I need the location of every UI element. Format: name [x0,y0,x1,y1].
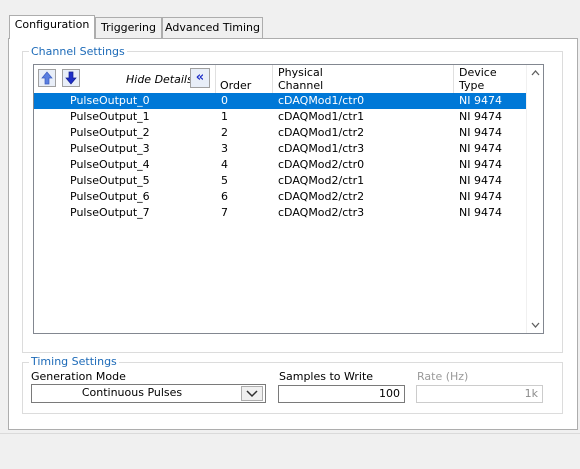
physical-channel-column-header: Physical Channel [273,65,454,93]
order-cell: 5 [221,174,228,187]
tab-triggering[interactable]: Triggering [95,17,162,38]
grid-header: Hide Details « Order Physical Channel De… [34,65,527,93]
channel-name-cell: PulseOutput_7 [70,206,150,219]
device-type-column-header: Device Type [454,65,527,93]
channel-grid[interactable]: Hide Details « Order Physical Channel De… [33,64,544,334]
tab-configuration-label: Configuration [14,18,90,31]
physical-channel-header-line1: Physical [278,66,323,79]
arrow-up-icon [41,71,53,85]
channel-name-cell: PulseOutput_1 [70,110,150,123]
physical-channel-cell: cDAQMod1/ctr2 [278,126,365,139]
table-row[interactable]: PulseOutput_5 5 cDAQMod2/ctr1 NI 9474 [34,173,527,189]
physical-channel-cell: cDAQMod2/ctr3 [278,206,365,219]
device-type-cell: NI 9474 [459,206,502,219]
generation-mode-select[interactable]: Continuous Pulses [31,384,266,403]
double-chevron-left-icon[interactable]: « [190,68,210,88]
footer-separator [0,433,580,434]
table-row[interactable]: PulseOutput_7 7 cDAQMod2/ctr3 NI 9474 [34,205,527,221]
name-column-header: Hide Details « [34,65,216,93]
physical-channel-cell: cDAQMod2/ctr0 [278,158,365,171]
physical-channel-header-line2: Channel [278,79,324,92]
device-type-header-line1: Device [459,66,497,79]
device-type-header-line2: Type [459,79,485,92]
device-type-cell: NI 9474 [459,142,502,155]
device-type-cell: NI 9474 [459,126,502,139]
physical-channel-cell: cDAQMod1/ctr0 [278,94,365,107]
channel-name-cell: PulseOutput_0 [70,94,150,107]
order-cell: 3 [221,142,228,155]
table-row[interactable]: PulseOutput_3 3 cDAQMod1/ctr3 NI 9474 [34,141,527,157]
order-column-header: Order [216,65,273,93]
table-row[interactable]: PulseOutput_6 6 cDAQMod2/ctr2 NI 9474 [34,189,527,205]
chevron-down-icon[interactable] [241,386,263,401]
scroll-up-icon[interactable] [527,65,543,82]
physical-channel-cell: cDAQMod2/ctr2 [278,190,365,203]
device-type-cell: NI 9474 [459,94,502,107]
table-row[interactable]: PulseOutput_2 2 cDAQMod1/ctr2 NI 9474 [34,125,527,141]
tab-advanced-timing-label: Advanced Timing [165,21,260,34]
rate-label: Rate (Hz) [417,370,469,383]
channel-name-cell: PulseOutput_6 [70,190,150,203]
arrow-down-icon [65,71,77,85]
samples-to-write-value: 100 [379,387,400,400]
move-up-button[interactable] [38,69,56,87]
order-cell: 0 [221,94,228,107]
rate-field: 1k [416,385,543,403]
samples-to-write-field[interactable]: 100 [278,385,405,403]
channel-name-cell: PulseOutput_2 [70,126,150,139]
order-cell: 7 [221,206,228,219]
hide-details-label[interactable]: Hide Details [126,74,193,86]
timing-settings-title: Timing Settings [29,355,119,368]
tab-advanced-timing[interactable]: Advanced Timing [162,17,263,38]
generation-mode-label: Generation Mode [31,370,126,383]
physical-channel-cell: cDAQMod1/ctr1 [278,110,365,123]
tab-configuration[interactable]: Configuration [9,15,95,39]
scroll-down-icon[interactable] [527,316,543,333]
order-cell: 4 [221,158,228,171]
channel-name-cell: PulseOutput_4 [70,158,150,171]
move-down-button[interactable] [62,69,80,87]
order-cell: 2 [221,126,228,139]
device-type-cell: NI 9474 [459,174,502,187]
order-cell: 6 [221,190,228,203]
device-type-cell: NI 9474 [459,190,502,203]
samples-to-write-label: Samples to Write [279,370,374,383]
order-header-label: Order [220,79,252,92]
physical-channel-cell: cDAQMod2/ctr1 [278,174,365,187]
device-type-cell: NI 9474 [459,158,502,171]
generation-mode-value: Continuous Pulses [81,386,183,399]
channel-settings-title: Channel Settings [29,45,127,58]
channel-name-cell: PulseOutput_5 [70,174,150,187]
order-cell: 1 [221,110,228,123]
tab-triggering-label: Triggering [101,21,156,34]
rate-value: 1k [524,387,538,400]
table-row[interactable]: PulseOutput_1 1 cDAQMod1/ctr1 NI 9474 [34,109,527,125]
grid-vertical-scrollbar[interactable] [526,65,543,333]
table-row[interactable]: PulseOutput_0 0 cDAQMod1/ctr0 NI 9474 [34,93,527,109]
physical-channel-cell: cDAQMod1/ctr3 [278,142,365,155]
device-type-cell: NI 9474 [459,110,502,123]
channel-name-cell: PulseOutput_3 [70,142,150,155]
table-row[interactable]: PulseOutput_4 4 cDAQMod2/ctr0 NI 9474 [34,157,527,173]
grid-rows: PulseOutput_0 0 cDAQMod1/ctr0 NI 9474 Pu… [34,93,527,333]
